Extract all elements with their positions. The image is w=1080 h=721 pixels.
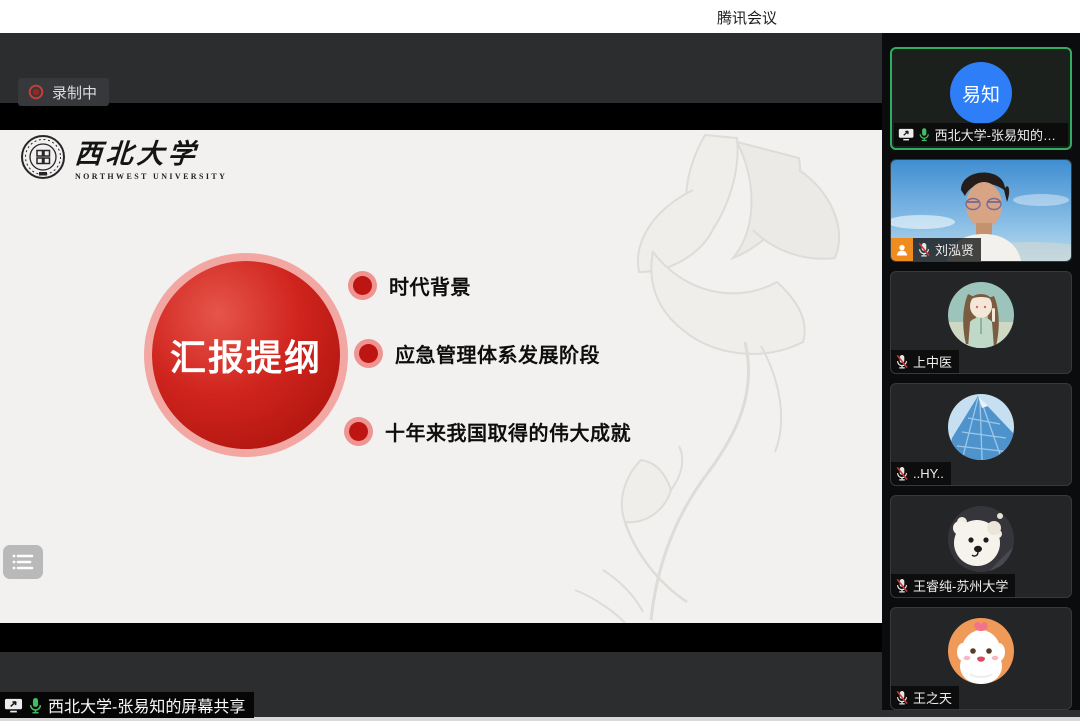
screen-share-icon (898, 127, 914, 142)
participant-tile-liuhongxian[interactable]: 刘泓贤 (890, 159, 1072, 262)
bullet-dot-icon (359, 344, 378, 363)
slide-bullet-1: 时代背景 (348, 271, 471, 299)
participant-label: 王睿纯-苏州大学 (891, 574, 1015, 597)
university-name: 西北大学 NORTHWEST UNIVERSITY (75, 132, 227, 181)
letterbox-top (0, 103, 882, 130)
participant-label: 上中医 (891, 350, 959, 373)
slide-bullet-2: 应急管理体系发展阶段 (354, 339, 600, 367)
slide-bullet-3: 十年来我国取得的伟大成就 (344, 417, 631, 445)
participant-label: 王之天 (891, 686, 959, 709)
participants-sidebar[interactable]: 易知 西北大学-张易知的屏... (882, 33, 1080, 721)
annotation-toolbar-button[interactable] (3, 545, 43, 579)
avatar (948, 394, 1014, 460)
host-badge-icon (891, 238, 913, 261)
recording-label: 录制中 (52, 82, 97, 103)
avatar (948, 282, 1014, 348)
participant-label: 刘泓贤 (891, 238, 981, 261)
participant-tile-hy[interactable]: ..HY.. (890, 383, 1072, 486)
participant-name: ..HY.. (913, 466, 944, 481)
recording-icon (28, 84, 44, 100)
mic-muted-icon (895, 578, 909, 593)
participant-name: 王之天 (913, 688, 952, 707)
tencent-meeting-window: 腾讯会议 录制中 (0, 0, 1080, 721)
participant-name: 西北大学-张易知的屏... (935, 125, 1061, 144)
avatar: 易知 (950, 62, 1012, 124)
university-seal-icon (20, 134, 66, 180)
participant-label: 西北大学-张易知的屏... (894, 123, 1068, 146)
share-banner-label: 西北大学-张易知的屏幕共享 (48, 693, 245, 717)
participant-tile-shangzhongyi[interactable]: 上中医 (890, 271, 1072, 374)
screen-share-icon (4, 697, 23, 714)
avatar (948, 618, 1014, 684)
university-name-en: NORTHWEST UNIVERSITY (75, 172, 227, 181)
mic-on-icon (918, 127, 930, 142)
slide-title: 汇报提纲 (170, 329, 322, 381)
university-name-cn: 西北大学 (74, 132, 229, 171)
participant-name: 王睿纯-苏州大学 (913, 576, 1008, 595)
sidebar-footer (882, 710, 1080, 717)
window-title: 腾讯会议 (717, 7, 777, 28)
avatar (948, 506, 1014, 572)
slide-title-circle: 汇报提纲 (152, 261, 340, 449)
participant-name: 上中医 (913, 352, 952, 371)
mic-on-icon (28, 697, 43, 714)
magnolia-sketch (545, 130, 882, 623)
avatar-initials: 易知 (962, 80, 1000, 107)
bullet-text: 时代背景 (389, 271, 471, 300)
mic-muted-icon (895, 466, 909, 481)
participant-tile-wangruichun[interactable]: 王睿纯-苏州大学 (890, 495, 1072, 598)
letterbox-bottom (0, 623, 882, 652)
window-titlebar[interactable]: 腾讯会议 (0, 0, 1080, 33)
participant-label: ..HY.. (891, 462, 951, 485)
presentation-slide: 西北大学 NORTHWEST UNIVERSITY 汇报提纲 时代背景 应急管理… (0, 130, 882, 623)
mic-muted-icon (895, 354, 909, 369)
mic-muted-icon (895, 690, 909, 705)
university-logo: 西北大学 NORTHWEST UNIVERSITY (20, 132, 227, 181)
participant-name: 刘泓贤 (935, 240, 974, 259)
share-banner: 西北大学-张易知的屏幕共享 (0, 692, 254, 718)
mic-muted-icon (917, 242, 931, 257)
participant-tile-wangzhitian[interactable]: 王之天 (890, 607, 1072, 710)
participant-tile-zhangyizhi[interactable]: 易知 西北大学-张易知的屏... (890, 47, 1072, 150)
list-icon (11, 552, 35, 572)
bullet-dot-icon (353, 276, 372, 295)
recording-indicator: 录制中 (18, 78, 109, 106)
bullet-text: 十年来我国取得的伟大成就 (385, 417, 631, 446)
bullet-text: 应急管理体系发展阶段 (395, 339, 600, 368)
shared-screen-area: 录制中 (0, 33, 882, 721)
bullet-dot-icon (349, 422, 368, 441)
